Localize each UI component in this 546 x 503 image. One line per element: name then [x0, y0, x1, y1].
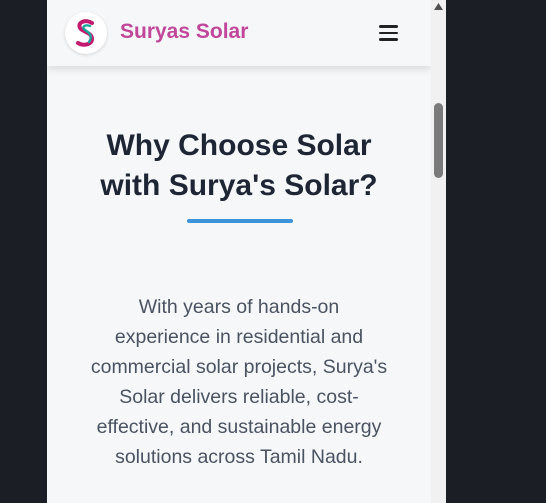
hamburger-menu-icon[interactable]: [375, 20, 403, 46]
paragraph-line: With years of hands-on: [138, 296, 340, 318]
vertical-scrollbar[interactable]: [431, 0, 446, 503]
paragraph-line: solutions across Tamil Nadu.: [115, 446, 363, 468]
menu-bar: [379, 38, 398, 41]
brand-logo[interactable]: [65, 12, 107, 54]
paragraph-line: effective, and sustainable energy: [96, 416, 382, 438]
logo-s-icon: [76, 19, 95, 47]
paragraph-line: Solar delivers reliable, cost-: [119, 386, 359, 408]
brand-name[interactable]: Suryas Solar: [120, 20, 248, 44]
menu-bar: [379, 31, 398, 35]
paragraph-line: experience in residential and: [114, 326, 364, 348]
paragraph-line: commercial solar projects, Surya's: [90, 356, 388, 378]
scroll-up-arrow-icon[interactable]: [431, 3, 446, 13]
section-paragraph: With years of hands-on experience in res…: [59, 292, 419, 472]
page-viewport: Suryas Solar Why Choose Solar with Surya…: [47, 0, 431, 503]
scrollbar-thumb[interactable]: [434, 103, 443, 179]
heading-line: Why Choose Solar: [106, 129, 372, 162]
heading-underline: [187, 219, 293, 223]
triangle-up-icon: [434, 3, 443, 10]
menu-bar: [379, 25, 398, 28]
heading-line: with Surya's Solar?: [100, 169, 378, 202]
section-heading: Why Choose Solar with Surya's Solar?: [47, 126, 431, 206]
navbar: Suryas Solar: [47, 0, 431, 66]
